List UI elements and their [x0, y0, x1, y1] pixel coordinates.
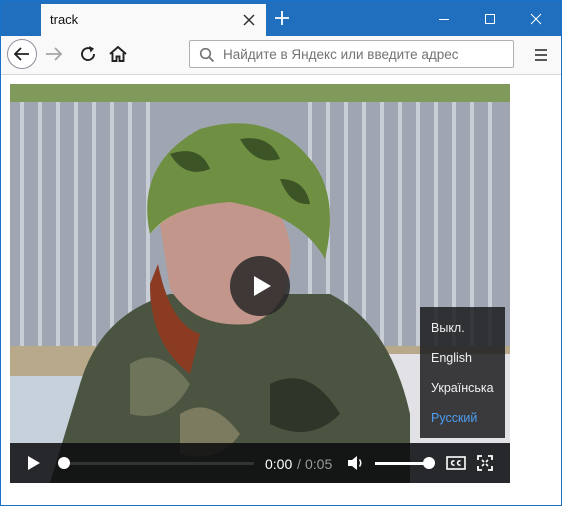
- browser-window: track Найдите в Яндекс или введите адрес…: [0, 0, 562, 506]
- close-icon[interactable]: [242, 13, 256, 27]
- duration: 0:05: [305, 456, 333, 472]
- tab-title: track: [50, 12, 79, 27]
- caption-option-english[interactable]: English: [431, 351, 472, 365]
- play-icon: [254, 276, 271, 296]
- url-placeholder: Найдите в Яндекс или введите адрес: [223, 47, 459, 62]
- fullscreen-icon[interactable]: [477, 455, 493, 471]
- caption-option-russian[interactable]: Русский: [431, 411, 477, 425]
- play-icon[interactable]: [26, 455, 42, 471]
- plus-icon[interactable]: [273, 9, 291, 27]
- navigation-bar: Найдите в Яндекс или введите адрес: [1, 36, 561, 75]
- title-bar: track: [1, 1, 561, 36]
- arrow-left-icon: [13, 47, 29, 61]
- progress-bar[interactable]: [64, 462, 254, 465]
- volume-handle[interactable]: [423, 457, 435, 469]
- big-play-button[interactable]: [230, 256, 290, 316]
- back-button[interactable]: [7, 39, 37, 69]
- video-player[interactable]: Выкл. English Українська Русский 0:00 / …: [10, 84, 510, 483]
- search-icon: [199, 47, 215, 63]
- home-icon[interactable]: [107, 43, 129, 65]
- window-close-icon[interactable]: [513, 7, 559, 31]
- volume-icon[interactable]: [347, 455, 365, 471]
- page-content: Выкл. English Українська Русский 0:00 / …: [1, 75, 561, 505]
- captions-menu: Выкл. English Українська Русский: [420, 307, 505, 438]
- caption-option-ukrainian[interactable]: Українська: [431, 381, 494, 395]
- tab-track[interactable]: track: [41, 4, 266, 36]
- arrow-right-icon[interactable]: [43, 43, 65, 65]
- volume-slider[interactable]: [375, 462, 429, 465]
- hamburger-icon[interactable]: [531, 45, 551, 65]
- maximize-icon[interactable]: [467, 7, 513, 31]
- reload-icon[interactable]: [77, 43, 99, 65]
- caption-option-off[interactable]: Выкл.: [431, 321, 465, 335]
- url-bar[interactable]: Найдите в Яндекс или введите адрес: [189, 40, 514, 68]
- progress-handle[interactable]: [58, 457, 70, 469]
- player-controls: 0:00 / 0:05: [10, 443, 510, 483]
- minimize-icon[interactable]: [421, 7, 467, 31]
- current-time: 0:00: [265, 456, 293, 472]
- cc-icon[interactable]: [446, 455, 466, 471]
- time-separator: /: [297, 456, 301, 472]
